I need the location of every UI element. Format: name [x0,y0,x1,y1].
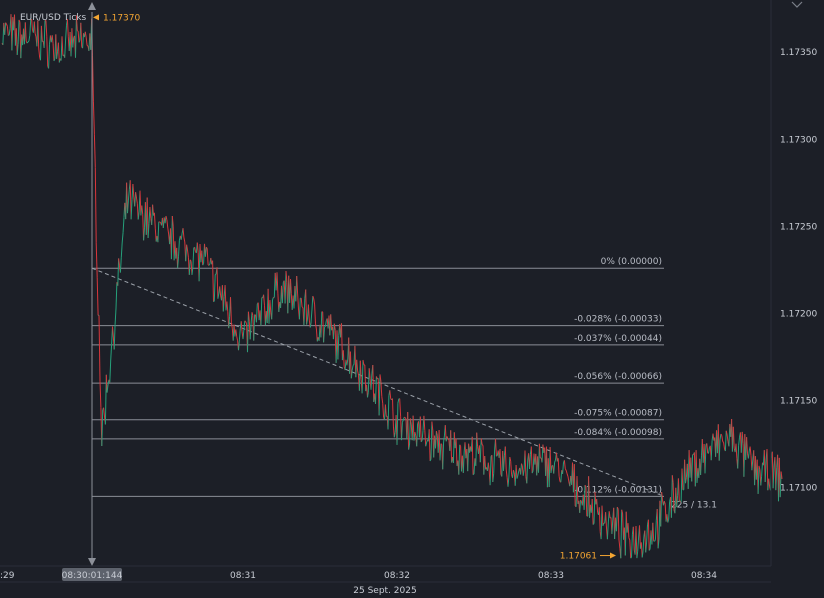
price-tick-segment [213,300,215,303]
y-tick-label: 1.17300 [780,135,817,145]
fib-level-label: -0.084% (-0.00098) [574,428,662,438]
y-tick-label: 1.17100 [780,484,817,494]
fib-level-label: -0.028% (-0.00033) [574,315,662,325]
price-tick-segment [8,34,10,37]
price-tick-segment [352,364,355,366]
x-tick-label: 08:34 [691,571,717,581]
price-tick-segment [496,455,498,457]
fib-level-label: -0.075% (-0.00087) [574,409,662,419]
price-chart[interactable]: 0% (0.00000) -0.028% (-0.00033) -0.037% (-… [0,0,824,598]
price-tick-segment [244,320,247,323]
price-tick-segment [630,556,632,559]
fib-level-label: -0.112% (-0.00131) [574,485,662,495]
price-tick-segment [472,473,475,476]
y-tick-label: 1.17200 [780,309,817,319]
low-marker-label: 1.17061 [560,552,597,562]
fib-level-label: -0.056% (-0.00066) [574,372,662,382]
y-tick-label: 1.17250 [780,222,817,232]
price-tick-segment [654,539,656,542]
price-tick-segment [592,523,595,525]
collapse-icon[interactable] [790,0,804,10]
price-tick-segment [26,41,29,44]
x-tick-label: 08:33 [538,571,564,581]
y-tick-label: 1.17350 [780,48,817,58]
price-tick-segment [324,326,326,328]
x-highlight-label: 08:30:01:144 [62,571,123,581]
price-tick-segment [301,306,304,309]
trend-line-label: 225 / 13.1 [671,500,717,510]
chart-title: EUR/USD Ticks [20,13,87,23]
fib-level-label: -0.037% (-0.00044) [574,334,662,344]
x-tick-label: :29 [0,571,15,581]
price-tick-segment [440,443,443,445]
price-tick-segment [27,40,30,43]
x-tick-label: 08:31 [230,571,256,581]
price-tick-segment [481,444,484,446]
x-tick-label: 08:32 [384,571,410,581]
price-tick-segment [722,441,724,443]
high-marker-label: 1.17370 [103,13,140,23]
price-tick-segment [159,221,161,223]
x-date-label: 25 Sept. 2025 [353,586,416,596]
y-tick-label: 1.17150 [780,397,817,407]
fib-level-label: 0% (0.00000) [601,257,662,267]
price-tick-segment [214,273,217,276]
